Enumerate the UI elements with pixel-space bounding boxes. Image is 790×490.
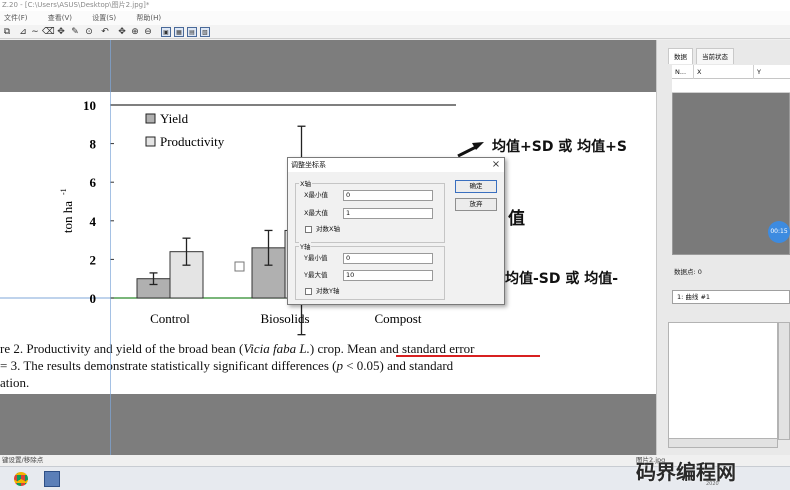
x-max-input[interactable]: 1 [343, 208, 433, 219]
dialog-title: 调整坐标系 [288, 158, 504, 172]
legend-swatch-yield [145, 113, 156, 124]
curve-icon[interactable]: ∼ [30, 27, 40, 37]
undo-icon[interactable]: ↶ [100, 27, 110, 37]
y-tick-label: 0 [90, 291, 97, 306]
select-icon[interactable]: ⊿ [18, 27, 28, 37]
x-tick-label: Compost [375, 311, 422, 326]
y-tick-label: 10 [83, 98, 96, 113]
y-tick-label: 6 [90, 175, 97, 190]
legend-label-yield: Yield [160, 111, 189, 126]
curve-list[interactable] [668, 322, 778, 440]
grid-icon[interactable]: ▦ [174, 27, 184, 37]
close-icon[interactable]: × [490, 158, 502, 172]
y-axis-label: ton ha [60, 201, 75, 233]
x-min-input[interactable]: 0 [343, 190, 433, 201]
copy-icon[interactable]: ⧉ [2, 27, 12, 37]
grid3-icon[interactable]: ▧ [200, 27, 210, 37]
tab-current-status[interactable]: 当前状态 [696, 48, 734, 64]
caption-underline [396, 355, 540, 357]
menu-file[interactable]: 文件(F) [4, 14, 28, 22]
x-tick-label: Control [150, 311, 190, 326]
x-tick-label: Biosolids [260, 311, 309, 326]
move-icon[interactable]: ✥ [56, 27, 66, 37]
eraser-icon[interactable]: ⌫ [42, 27, 55, 37]
overlay-mean-plus-sd: 均值+SD 或 均值+S [492, 139, 627, 155]
tab-data[interactable]: 数据 [668, 48, 693, 64]
y-log-label: 对数Y轴 [316, 287, 340, 295]
y-min-label: Y最小值 [304, 254, 328, 262]
y-tick-label: 2 [90, 252, 97, 267]
axis-guide-line [110, 40, 111, 466]
menu-help[interactable]: 帮助(H) [136, 14, 161, 22]
overlay-mean-minus-sd: 均值-SD 或 均值- [505, 271, 619, 287]
overlay-value: 值 [508, 209, 525, 229]
zoom-in-icon[interactable]: ⊕ [130, 27, 140, 37]
right-panel-tabs: 数据 当前状态 [668, 48, 790, 64]
pan-icon[interactable]: ✥ [117, 27, 127, 37]
menu-view[interactable]: 查看(V) [48, 14, 72, 22]
app-icon[interactable] [44, 471, 60, 487]
menu-settings[interactable]: 设置(S) [92, 14, 116, 22]
chrome-icon[interactable] [14, 472, 28, 486]
data-table-header: N... X Y [672, 65, 790, 79]
y-axis-group-label: Y轴 [299, 241, 312, 251]
x-max-label: X最大值 [304, 209, 328, 217]
legend-swatch-productivity [145, 136, 156, 147]
vertical-scrollbar[interactable] [778, 322, 790, 440]
x-log-label: 对数X轴 [316, 225, 340, 233]
curve-select[interactable]: 1: 曲线 #1 [672, 290, 790, 304]
window-title: Z.20 - [C:\Users\ASUS\Desktop\图片2.jpg]* [0, 0, 790, 11]
time-badge: 00:15 [768, 221, 790, 243]
status-hint: 键设置/移除点 [2, 456, 44, 464]
figure-caption: re 2. Productivity and yield of the broa… [0, 341, 475, 390]
x-min-label: X最小值 [304, 191, 328, 199]
x-axis-group-label: X轴 [299, 178, 312, 188]
cancel-button[interactable]: 放弃 [455, 198, 497, 211]
data-point-count: 数据点: 0 [674, 268, 702, 276]
x-labels: Control Biosolids Compost [150, 311, 422, 326]
menu-bar: 文件(F) 查看(V) 设置(S) 帮助(H) [0, 11, 790, 25]
y-tick-label: 8 [90, 137, 97, 152]
y-log-checkbox[interactable] [305, 288, 312, 295]
col-index[interactable]: N... [672, 65, 694, 79]
fit-icon[interactable]: ▣ [161, 27, 171, 37]
horizontal-scrollbar[interactable] [668, 438, 778, 448]
legend-label-productivity: Productivity [160, 134, 225, 149]
table-row[interactable] [672, 79, 790, 93]
marker-square [234, 261, 245, 272]
col-x[interactable]: X [694, 65, 754, 79]
y-tick-label: 4 [90, 214, 97, 229]
point-icon[interactable]: ⊙ [84, 27, 94, 37]
y-max-input[interactable]: 10 [343, 270, 433, 281]
y-axis-label-sup: -1 [59, 188, 68, 195]
y-min-input[interactable]: 0 [343, 253, 433, 264]
y-max-label: Y最大值 [304, 271, 328, 279]
watermark: 码界编程网 [636, 460, 736, 484]
pencil-icon[interactable]: ✎ [70, 27, 80, 37]
grid2-icon[interactable]: ▤ [187, 27, 197, 37]
watermark-sub: 2020 [706, 481, 719, 487]
toolbar: ⧉ ⊿ ∼ ⌫ ✥ ✎ ⊙ ↶ ✥ ⊕ ⊖ ▣ ▦ ▤ ▧ [0, 25, 790, 39]
adjust-axes-dialog: 调整坐标系 × X轴 X最小值 0 X最大值 1 对数X轴 Y轴 Y最小值 0 … [287, 157, 505, 305]
zoom-out-icon[interactable]: ⊖ [143, 27, 153, 37]
col-y[interactable]: Y [754, 65, 790, 79]
ok-button[interactable]: 确定 [455, 180, 497, 193]
x-log-checkbox[interactable] [305, 226, 312, 233]
